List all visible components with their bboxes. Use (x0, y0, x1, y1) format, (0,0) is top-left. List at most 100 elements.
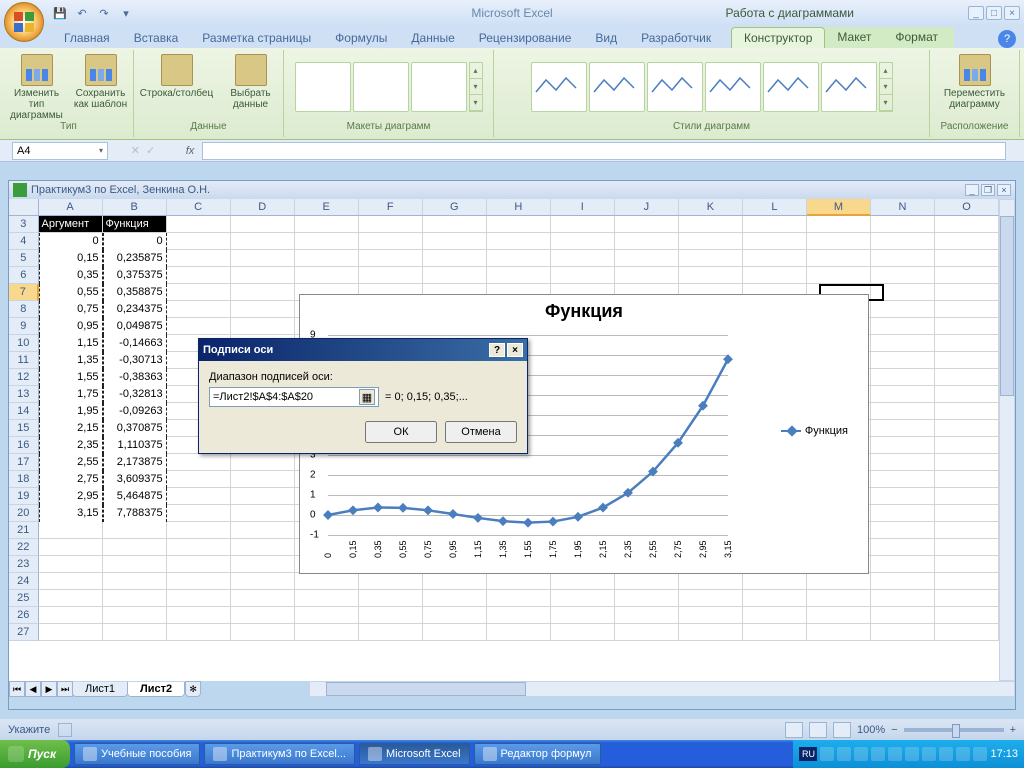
cell[interactable] (743, 624, 807, 641)
tray-icon[interactable] (888, 747, 902, 761)
qat-undo-icon[interactable]: ↶ (74, 5, 90, 21)
cell[interactable]: 0,235875 (103, 250, 167, 267)
cell[interactable] (167, 284, 231, 301)
zoom-slider[interactable] (904, 728, 1004, 732)
change-chart-type-button[interactable]: Изменить тип диаграммы (7, 52, 67, 121)
cell[interactable] (807, 216, 871, 233)
cell[interactable] (935, 250, 999, 267)
cell[interactable] (935, 607, 999, 624)
maximize-icon[interactable]: □ (986, 6, 1002, 20)
tray-icon[interactable] (837, 747, 851, 761)
cell[interactable] (935, 454, 999, 471)
cell[interactable] (743, 233, 807, 250)
cell[interactable]: 0,35 (39, 267, 103, 284)
cell[interactable] (935, 403, 999, 420)
cell[interactable] (39, 607, 103, 624)
cell[interactable]: 0 (39, 233, 103, 250)
help-icon[interactable]: ? (998, 30, 1016, 48)
cell[interactable]: 1,35 (39, 352, 103, 369)
horizontal-scrollbar[interactable] (309, 681, 1015, 697)
cell[interactable] (743, 267, 807, 284)
cell[interactable] (935, 624, 999, 641)
cell[interactable] (615, 590, 679, 607)
tab-Разработчик[interactable]: Разработчик (629, 28, 723, 48)
col-header[interactable]: A (39, 199, 103, 216)
zoom-level[interactable]: 100% (857, 724, 885, 736)
tray-icon[interactable] (871, 747, 885, 761)
cell[interactable] (231, 233, 295, 250)
col-header[interactable]: L (743, 199, 807, 216)
cell[interactable] (167, 471, 231, 488)
cell[interactable] (743, 216, 807, 233)
page-break-view-icon[interactable] (833, 722, 851, 738)
cell[interactable] (487, 233, 551, 250)
cell[interactable] (615, 573, 679, 590)
cell[interactable] (167, 488, 231, 505)
cell[interactable] (231, 301, 295, 318)
cell[interactable]: 2,95 (39, 488, 103, 505)
qat-customize-icon[interactable]: ▾ (118, 5, 134, 21)
cell[interactable]: 0,375375 (103, 267, 167, 284)
cell[interactable] (487, 267, 551, 284)
style-gallery-item[interactable] (531, 62, 587, 112)
cell[interactable] (359, 624, 423, 641)
cell[interactable] (423, 624, 487, 641)
cell[interactable] (231, 539, 295, 556)
cell[interactable] (871, 386, 935, 403)
sheet-nav-first[interactable]: ⏮ (9, 681, 25, 697)
cell[interactable] (359, 607, 423, 624)
cell[interactable] (167, 505, 231, 522)
style-gallery-item[interactable] (705, 62, 761, 112)
row-header[interactable]: 13 (9, 386, 39, 403)
cell[interactable]: 1,95 (39, 403, 103, 420)
cell[interactable] (231, 318, 295, 335)
cell[interactable] (295, 250, 359, 267)
layout-gallery-item[interactable] (353, 62, 409, 112)
row-header[interactable]: 12 (9, 369, 39, 386)
cell[interactable] (743, 607, 807, 624)
macro-record-icon[interactable] (58, 723, 72, 737)
cell[interactable] (871, 318, 935, 335)
tab-Данные[interactable]: Данные (399, 28, 466, 48)
select-data-button[interactable]: Выбрать данные (221, 52, 281, 110)
cell[interactable]: 2,55 (39, 454, 103, 471)
col-header[interactable]: O (935, 199, 999, 216)
switch-row-col-button[interactable]: Строка/столбец (137, 52, 217, 99)
cell[interactable] (39, 624, 103, 641)
cell[interactable] (551, 216, 615, 233)
row-header[interactable]: 14 (9, 403, 39, 420)
cell[interactable]: 0,234375 (103, 301, 167, 318)
cell[interactable] (423, 216, 487, 233)
cell[interactable] (231, 607, 295, 624)
cell[interactable] (167, 590, 231, 607)
row-header[interactable]: 5 (9, 250, 39, 267)
cell[interactable] (231, 284, 295, 301)
cell[interactable] (871, 488, 935, 505)
cell[interactable]: 1,55 (39, 369, 103, 386)
sheet-nav-next[interactable]: ▶ (41, 681, 57, 697)
cell[interactable] (935, 267, 999, 284)
cell[interactable] (167, 216, 231, 233)
row-header[interactable]: 3 (9, 216, 39, 233)
row-header[interactable]: 16 (9, 437, 39, 454)
cell[interactable] (295, 624, 359, 641)
col-header[interactable]: N (871, 199, 935, 216)
row-header[interactable]: 4 (9, 233, 39, 250)
taskbar-item[interactable]: Microsoft Excel (359, 743, 470, 765)
cell[interactable] (103, 539, 167, 556)
cell[interactable] (231, 573, 295, 590)
sheet-nav-last[interactable]: ⏭ (57, 681, 73, 697)
col-header[interactable]: G (423, 199, 487, 216)
formula-bar[interactable] (202, 142, 1006, 160)
cell[interactable] (487, 607, 551, 624)
cell[interactable] (167, 233, 231, 250)
cell[interactable] (871, 369, 935, 386)
cell[interactable] (679, 216, 743, 233)
name-box[interactable]: A4▾ (12, 142, 108, 160)
cell[interactable] (807, 573, 871, 590)
tab-Вставка[interactable]: Вставка (122, 28, 191, 48)
cell[interactable] (935, 420, 999, 437)
normal-view-icon[interactable] (785, 722, 803, 738)
cell[interactable]: 0,358875 (103, 284, 167, 301)
taskbar-item[interactable]: Практикум3 по Excel... (204, 743, 355, 765)
